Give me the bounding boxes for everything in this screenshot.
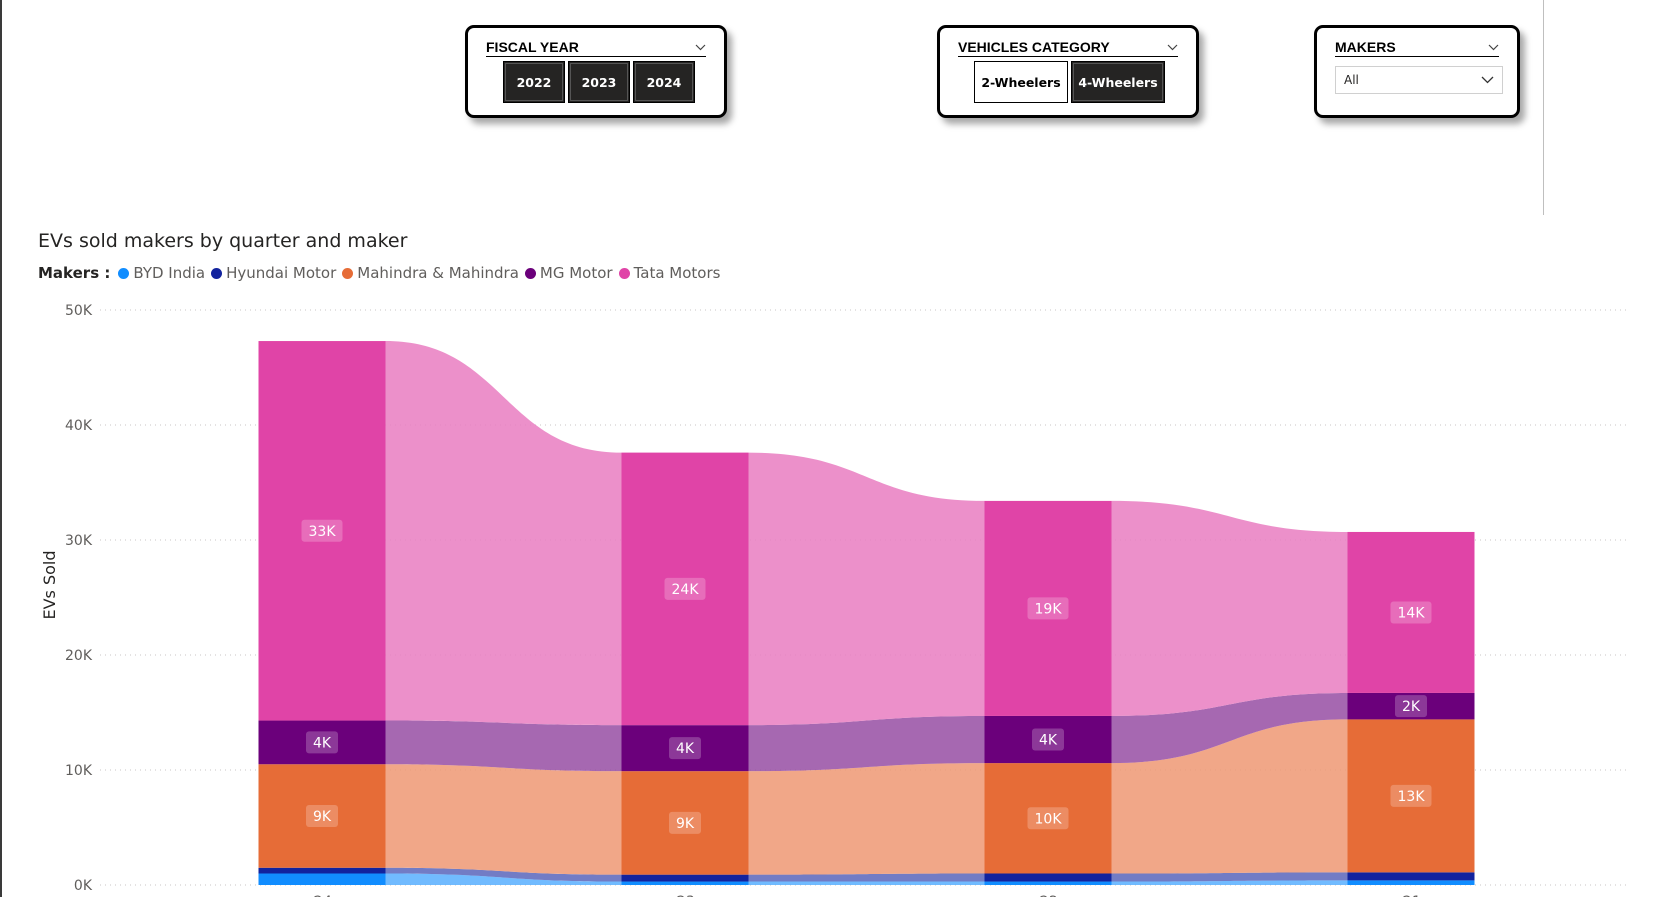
ribbon-hyundai-motor — [1111, 872, 1348, 882]
makers-header: MAKERS — [1335, 38, 1499, 57]
data-label: 24K — [672, 582, 700, 598]
makers-dropdown[interactable]: All — [1335, 66, 1503, 94]
bar-segment-byd-india — [258, 873, 386, 885]
chart-title: EVs sold makers by quarter and maker — [38, 230, 408, 252]
fiscal-year-2024-button[interactable]: 2024 — [633, 61, 695, 103]
two-wheelers-button[interactable]: 2-Wheelers — [974, 61, 1068, 103]
fiscal-year-slicer: FISCAL YEAR 2022 2023 2024 — [465, 25, 727, 118]
legend-dot-mg-motor — [524, 267, 536, 279]
makers-slicer: MAKERS All — [1314, 25, 1520, 118]
bar-segment-byd-india — [984, 881, 1112, 885]
ribbon-byd-india — [748, 881, 985, 885]
vehicles-category-slicer: VEHICLES CATEGORY 2-Wheelers 4-Wheelers — [937, 25, 1199, 118]
data-label: 33K — [309, 524, 337, 540]
chevron-down-icon[interactable] — [1487, 42, 1499, 52]
legend-dot-byd-india — [118, 267, 130, 279]
fiscal-year-2022-button[interactable]: 2022 — [503, 61, 565, 103]
vehicles-category-title: VEHICLES CATEGORY — [958, 39, 1110, 55]
bar-segment-hyundai-motor — [621, 874, 749, 882]
ribbon-tata-motors — [748, 452, 985, 726]
ribbon-tata-motors — [385, 341, 622, 726]
legend-dot-tata-motors — [618, 267, 630, 279]
data-label: 4K — [1039, 733, 1058, 749]
bar-segment-byd-india — [1347, 880, 1475, 885]
y-tick-label: 0K — [74, 878, 93, 894]
ribbon-mahindra-mahindra — [748, 763, 985, 875]
right-divider — [1543, 0, 1544, 215]
chevron-down-icon[interactable] — [694, 42, 706, 52]
fiscal-year-2023-button[interactable]: 2023 — [568, 61, 630, 103]
fiscal-year-title: FISCAL YEAR — [486, 39, 579, 55]
ribbon-mahindra-mahindra — [385, 764, 622, 875]
data-label: 9K — [676, 816, 695, 832]
chevron-down-icon[interactable] — [1166, 42, 1178, 52]
y-tick-label: 50K — [65, 303, 93, 319]
ribbon-tata-motors — [1111, 500, 1348, 716]
ribbon-chart: EVs Sold 0K 10K 20K 30K 40K 50K 33K 24K 19K 14K 9K… — [40, 303, 1628, 897]
y-tick-label: 10K — [65, 763, 93, 779]
bar-segment-hyundai-motor — [258, 867, 386, 874]
ribbon-mg-motor — [385, 720, 622, 772]
y-tick-label: 30K — [65, 533, 93, 549]
data-label: 14K — [1398, 605, 1426, 621]
ribbon-hyundai-motor — [748, 873, 985, 882]
data-label: 4K — [676, 741, 695, 757]
makers-title: MAKERS — [1335, 39, 1396, 55]
y-tick-label: 20K — [65, 648, 93, 664]
bar-segment-hyundai-motor — [1347, 872, 1475, 881]
data-label: 10K — [1035, 811, 1063, 827]
chevron-down-icon — [1481, 73, 1494, 87]
data-label: 13K — [1398, 789, 1426, 805]
four-wheelers-button[interactable]: 4-Wheelers — [1071, 61, 1165, 103]
data-label: 2K — [1402, 699, 1421, 715]
bar-segment-byd-india — [621, 881, 749, 885]
fiscal-year-header: FISCAL YEAR — [486, 38, 706, 57]
bar-segment-hyundai-motor — [984, 873, 1112, 882]
legend-dot-hyundai-motor — [211, 267, 223, 279]
y-axis-label: EVs Sold — [40, 550, 59, 619]
y-tick-label: 40K — [65, 418, 93, 434]
makers-dropdown-value: All — [1344, 73, 1359, 87]
legend-dot-mahindra — [342, 267, 354, 279]
data-label: 9K — [313, 809, 332, 825]
data-label: 19K — [1035, 601, 1063, 617]
data-label: 4K — [313, 735, 332, 751]
vehicles-category-header: VEHICLES CATEGORY — [958, 38, 1178, 57]
